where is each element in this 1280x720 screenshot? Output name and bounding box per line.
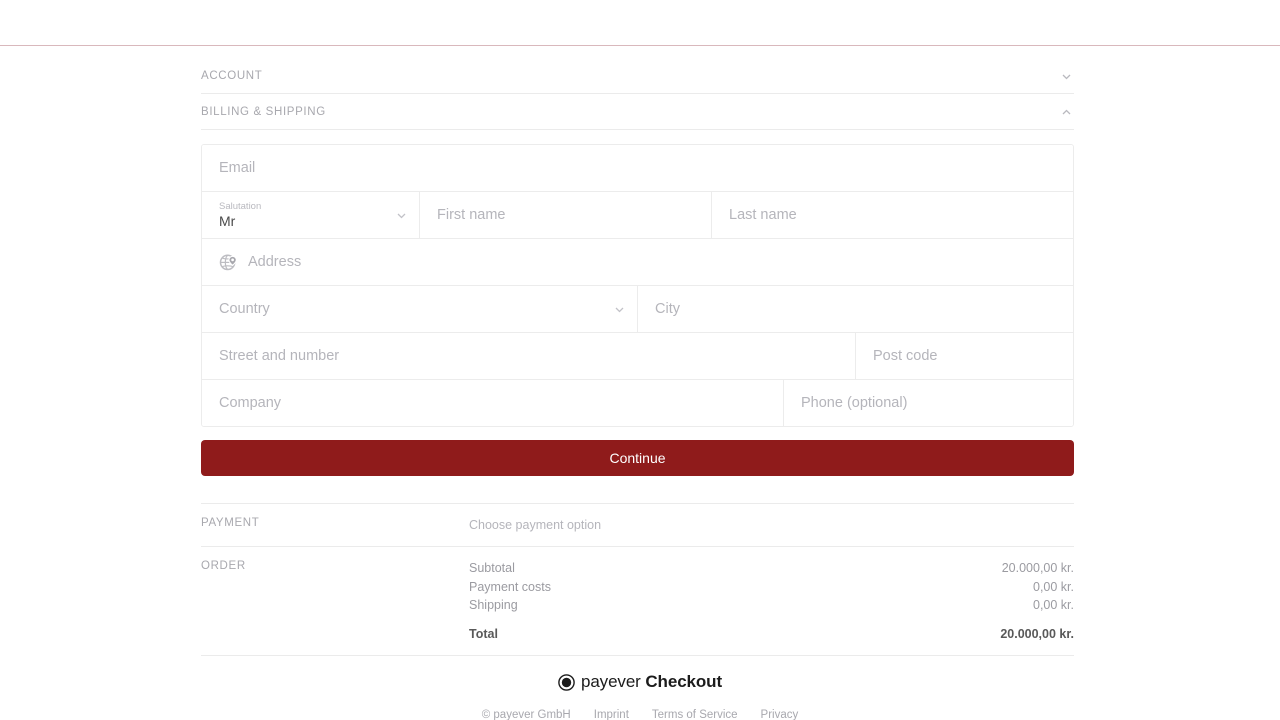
first-name-placeholder: First name [437,207,506,223]
footer-link-privacy[interactable]: Privacy [761,709,799,720]
top-accent-rule [0,45,1280,46]
payment-label: PAYMENT [201,517,260,529]
form-row-street-post: Street and number Post code [202,333,1073,380]
email-placeholder: Email [219,160,256,176]
order-lines: Subtotal 20.000,00 kr. Payment costs 0,0… [469,559,1074,643]
country-select[interactable]: Country [202,286,638,332]
phone-field[interactable]: Phone (optional) [784,380,1073,426]
salutation-value: Mr [219,213,236,229]
section-billing-shipping-title: BILLING & SHIPPING [201,105,326,118]
address-field[interactable]: Address [202,239,1073,285]
address-placeholder: Address [248,254,302,270]
payment-row: PAYMENT Choose payment option [201,503,1074,546]
email-field[interactable]: Email [202,145,1073,191]
company-field[interactable]: Company [202,380,784,426]
checkout-page: ACCOUNT BILLING & SHIPPING Email Salutat… [0,0,1280,720]
order-total-amount: 20.000,00 kr. [1000,626,1074,641]
page-footer: payever Checkout © payever GmbH Imprint … [0,672,1280,720]
form-row-name: Salutation Mr First name Last name [202,192,1073,239]
globe-pin-icon [219,253,238,272]
payment-body[interactable]: Choose payment option [469,516,1074,534]
street-placeholder: Street and number [219,348,340,364]
order-line-shipping: Shipping 0,00 kr. [469,596,1074,615]
order-line-payment-costs: Payment costs 0,00 kr. [469,578,1074,597]
choose-payment-option-text: Choose payment option [469,518,602,532]
order-line-name: Shipping [469,598,518,612]
brand-product: Checkout [645,672,723,691]
billing-shipping-form: Email Salutation Mr First name Last name [201,144,1074,427]
last-name-field[interactable]: Last name [712,192,1073,238]
chevron-down-icon[interactable] [396,210,407,221]
brand-name: payever [580,672,641,691]
salutation-select[interactable]: Salutation Mr [202,192,420,238]
chevron-down-icon[interactable] [614,304,625,315]
post-code-field[interactable]: Post code [856,333,1073,379]
first-name-field[interactable]: First name [420,192,712,238]
form-row-email: Email [202,145,1073,192]
footer-link-terms-of-service[interactable]: Terms of Service [652,709,738,720]
order-line-amount: 0,00 kr. [1033,598,1074,612]
order-row: ORDER Subtotal 20.000,00 kr. Payment cos… [201,546,1074,656]
street-field[interactable]: Street and number [202,333,856,379]
company-placeholder: Company [219,395,282,411]
order-line-total: Total 20.000,00 kr. [469,625,1074,644]
checkout-content: ACCOUNT BILLING & SHIPPING Email Salutat… [201,58,1074,656]
country-placeholder: Country [219,301,270,317]
brand-text: payever Checkout [581,672,722,692]
last-name-placeholder: Last name [729,207,797,223]
order-line-name: Payment costs [469,579,551,594]
section-billing-shipping[interactable]: BILLING & SHIPPING [201,94,1074,130]
order-line-amount: 0,00 kr. [1033,579,1074,594]
payever-circle-icon [558,673,575,691]
city-placeholder: City [655,301,680,317]
order-label: ORDER [201,560,246,572]
form-row-country-city: Country City [202,286,1073,333]
form-row-address: Address [202,239,1073,286]
section-account[interactable]: ACCOUNT [201,58,1074,94]
post-code-placeholder: Post code [873,348,938,364]
order-summary: PAYMENT Choose payment option ORDER Subt… [201,503,1074,656]
footer-link-imprint[interactable]: Imprint [594,709,629,720]
salutation-label: Salutation [219,201,262,212]
payever-checkout-logo: payever Checkout [558,672,722,692]
order-total-name: Total [469,626,498,641]
phone-placeholder: Phone (optional) [801,395,908,411]
footer-copyright: © payever GmbH [481,708,571,720]
continue-button[interactable]: Continue [201,440,1074,476]
order-line-name: Subtotal [469,561,515,575]
footer-links: © payever GmbH Imprint Terms of Service … [0,709,1280,720]
chevron-up-icon[interactable] [1061,107,1072,118]
chevron-down-icon[interactable] [1061,71,1072,82]
form-row-company-phone: Company Phone (optional) [202,380,1073,426]
section-account-title: ACCOUNT [201,69,263,82]
order-line-amount: 20.000,00 kr. [1001,561,1074,575]
city-field[interactable]: City [638,286,1073,332]
order-line-subtotal: Subtotal 20.000,00 kr. [469,559,1074,578]
